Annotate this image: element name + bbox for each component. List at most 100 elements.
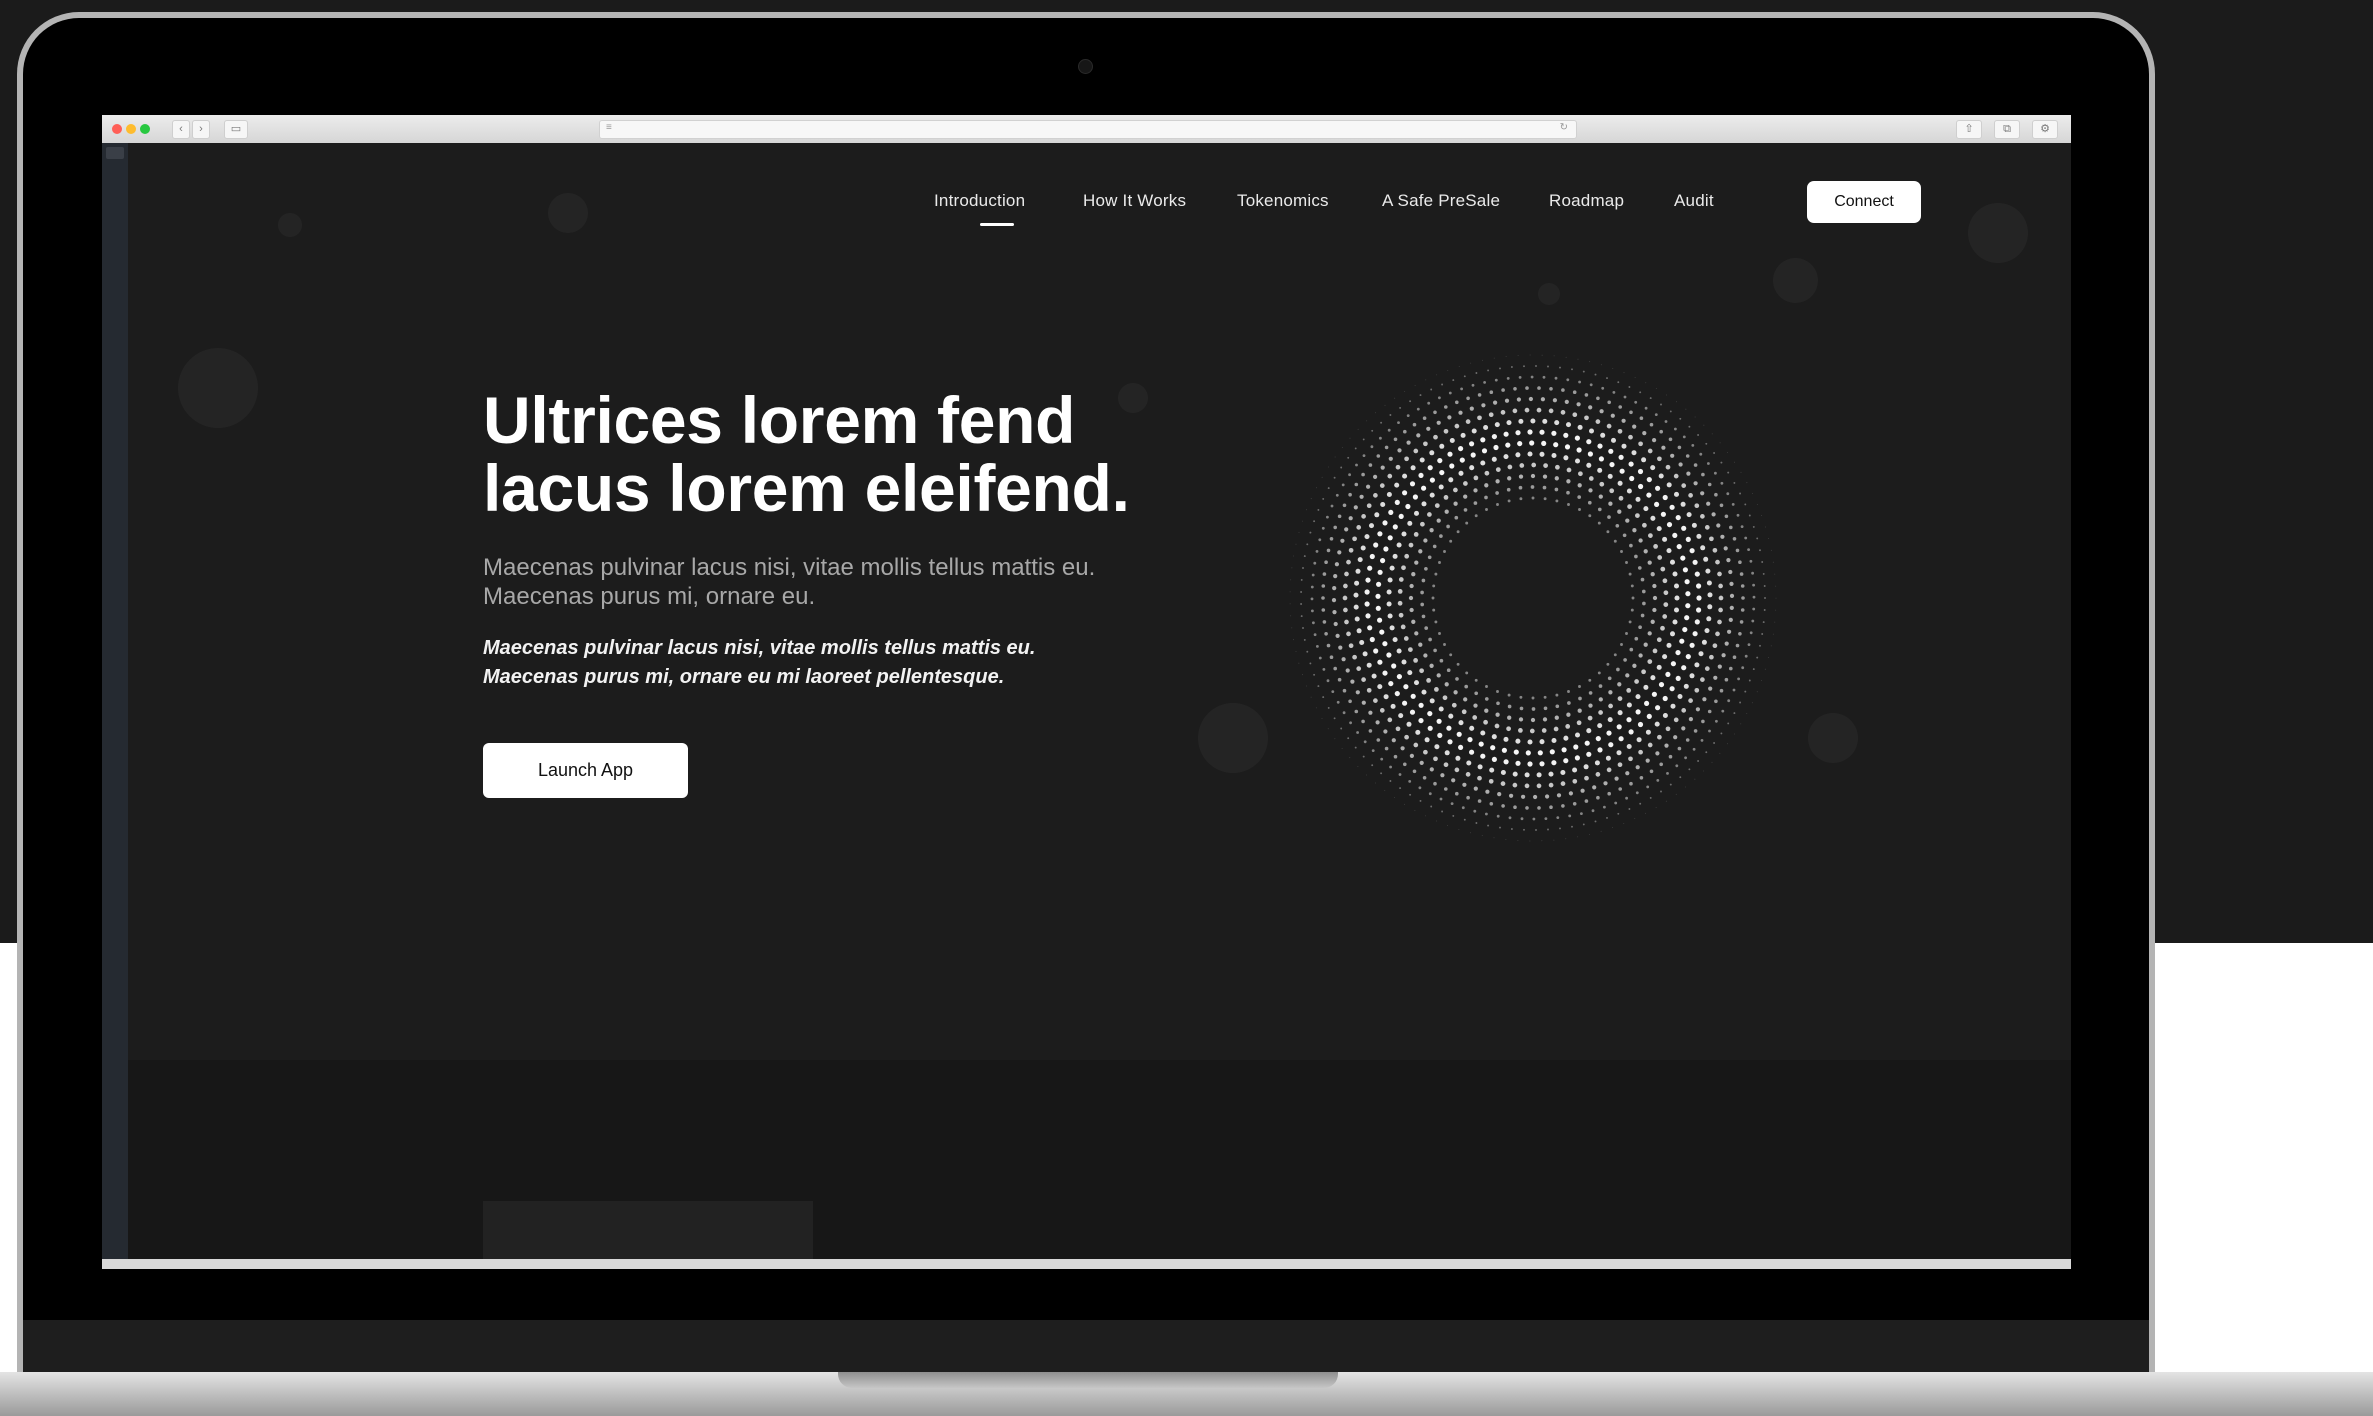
halftone-dot (1503, 759, 1509, 765)
halftone-dot (1701, 719, 1705, 724)
halftone-dot (1542, 474, 1548, 479)
halftone-dot (1409, 400, 1412, 403)
halftone-dot (1586, 728, 1592, 734)
halftone-dot (1306, 650, 1309, 653)
nav-item-audit[interactable]: Audit (1674, 191, 1714, 211)
halftone-dot (1752, 668, 1755, 671)
halftone-dot (1436, 820, 1437, 822)
close-window-icon[interactable] (112, 124, 122, 134)
sidebar-toggle-icon[interactable]: ▭ (224, 120, 248, 139)
halftone-dot (1310, 585, 1314, 589)
halftone-dot (1676, 401, 1677, 403)
halftone-dot (1375, 782, 1376, 784)
halftone-dot (1568, 791, 1574, 796)
halftone-dot (1322, 497, 1325, 500)
halftone-dot (1334, 456, 1336, 458)
active-nav-indicator (980, 223, 1014, 226)
halftone-dot (1418, 786, 1422, 790)
nav-item-how-it-works[interactable]: How It Works (1083, 191, 1186, 211)
halftone-dot (1474, 691, 1479, 696)
halftone-dot (1540, 397, 1546, 402)
halftone-dot (1473, 809, 1477, 813)
halftone-dot (1371, 764, 1374, 767)
halftone-dot (1635, 709, 1641, 715)
halftone-dot (1770, 549, 1772, 551)
halftone-dot (1549, 387, 1553, 391)
halftone-dot (1683, 683, 1689, 689)
halftone-dot (1712, 547, 1718, 553)
sidebar-tab[interactable] (106, 147, 124, 159)
halftone-dot (1752, 493, 1753, 494)
reload-icon[interactable]: ↻ (1560, 122, 1568, 133)
halftone-dot (1537, 806, 1541, 810)
halftone-dot (1625, 632, 1628, 635)
halftone-dot (1376, 581, 1382, 587)
halftone-dot (1638, 483, 1644, 490)
halftone-dot (1695, 707, 1701, 712)
halftone-dot (1606, 530, 1610, 534)
halftone-dot (1597, 443, 1603, 449)
halftone-dot (1436, 718, 1442, 724)
halftone-dot (1439, 797, 1443, 801)
launch-app-button[interactable]: Launch App (483, 743, 688, 798)
halftone-dot (1409, 709, 1416, 715)
address-bar[interactable]: ≡ ↻ (599, 120, 1577, 139)
halftone-dot (1321, 718, 1323, 719)
halftone-dot (1310, 597, 1314, 601)
tabs-icon[interactable]: ⧉ (1994, 120, 2020, 139)
halftone-dot (1541, 728, 1547, 733)
halftone-dot (1368, 710, 1373, 715)
halftone-dot (1704, 666, 1710, 671)
halftone-dot (1592, 785, 1597, 790)
halftone-dot (1341, 447, 1343, 448)
halftone-dot (1674, 595, 1680, 601)
halftone-dot (1673, 717, 1679, 723)
halftone-dot (1628, 461, 1634, 467)
halftone-dot (1673, 473, 1679, 479)
halftone-dot (1364, 589, 1370, 595)
share-icon[interactable]: ⇧ (1956, 120, 1982, 139)
settings-icon[interactable]: ⚙ (2032, 120, 2058, 139)
nav-item-roadmap[interactable]: Roadmap (1549, 191, 1624, 211)
halftone-dot (1371, 749, 1375, 753)
nav-item-safe-presale[interactable]: A Safe PreSale (1382, 191, 1500, 211)
halftone-dot (1452, 379, 1455, 382)
reader-icon[interactable]: ≡ (606, 122, 612, 133)
nav-item-introduction[interactable]: Introduction (934, 191, 1025, 211)
halftone-dot (1617, 428, 1623, 434)
halftone-dot (1645, 812, 1646, 814)
maximize-window-icon[interactable] (140, 124, 150, 134)
halftone-dot (1751, 702, 1753, 704)
nav-item-tokenomics[interactable]: Tokenomics (1237, 191, 1329, 211)
connect-button[interactable]: Connect (1807, 181, 1921, 223)
halftone-dot (1482, 359, 1483, 361)
back-icon[interactable]: ‹ (172, 120, 190, 139)
halftone-dot (1396, 542, 1402, 548)
halftone-dot (1475, 372, 1478, 374)
halftone-dot (1432, 584, 1436, 588)
halftone-dot (1675, 675, 1681, 681)
halftone-dot (1409, 583, 1414, 589)
halftone-dot (1342, 503, 1347, 508)
halftone-dot (1413, 532, 1419, 537)
halftone-dot (1559, 366, 1561, 369)
halftone-dot (1427, 711, 1433, 717)
minimize-window-icon[interactable] (126, 124, 136, 134)
halftone-dot (1298, 662, 1300, 664)
halftone-dot (1409, 753, 1415, 759)
halftone-dot (1480, 437, 1486, 443)
halftone-dot (1436, 420, 1441, 425)
halftone-dot (1422, 776, 1427, 780)
halftone-dot (1635, 791, 1639, 795)
halftone-dot (1665, 671, 1671, 677)
halftone-dot (1613, 539, 1617, 543)
halftone-dot (1748, 679, 1751, 682)
halftone-dot (1709, 536, 1714, 542)
halftone-dot (1503, 736, 1509, 742)
halftone-dot (1588, 488, 1593, 493)
halftone-dot (1407, 670, 1413, 676)
halftone-dot (1352, 654, 1357, 660)
forward-icon[interactable]: › (192, 120, 210, 139)
halftone-dot (1394, 482, 1400, 488)
halftone-dot (1429, 767, 1434, 772)
